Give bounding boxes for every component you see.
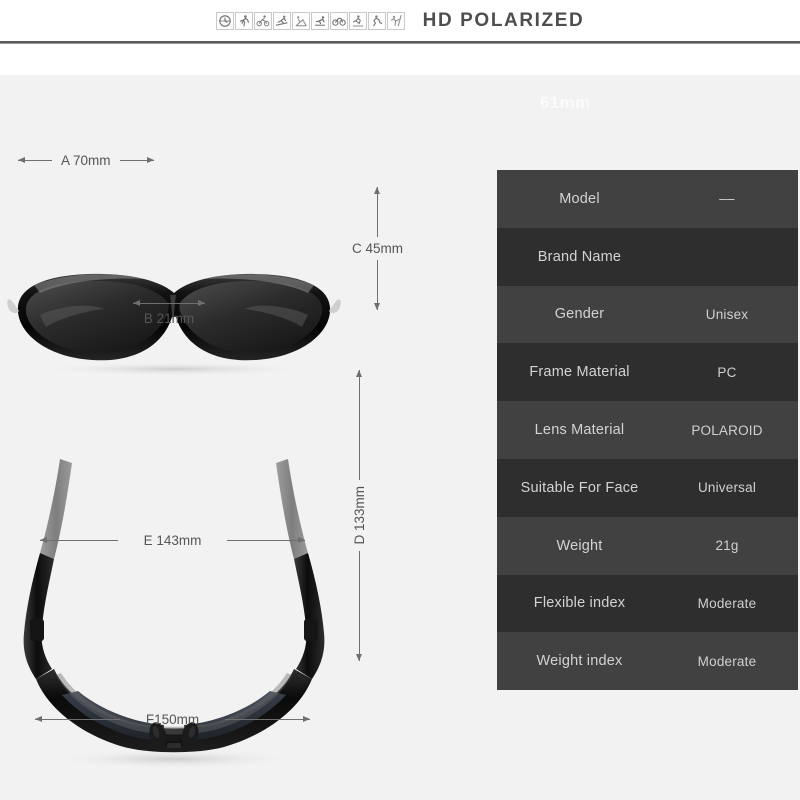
dimension-a-arrow-left (18, 157, 52, 163)
spec-label: Brand Name (537, 248, 622, 265)
dimension-a-label: A 70mm (61, 153, 111, 168)
table-row: Flexible index Moderate (497, 574, 798, 633)
spec-value: Unisex (705, 306, 749, 322)
table-row: Brand Name (497, 227, 798, 286)
table-row: Suitable For Face Universal (497, 458, 798, 517)
dimension-c: C 45mm (352, 187, 403, 310)
spec-value: Moderate (697, 653, 757, 669)
spec-value: 21g (715, 538, 739, 554)
table-row: Weight 21g (497, 516, 798, 575)
dimension-d-arrow-down (356, 550, 362, 661)
table-row: Weight index Moderate (497, 632, 798, 691)
spec-label: Lens Material (534, 422, 625, 439)
dimension-e: E 143mm (40, 533, 305, 548)
dimension-f-label: F150mm (145, 712, 200, 727)
table-row: Frame Material PC (497, 343, 798, 402)
spec-label: Suitable For Face (520, 479, 639, 496)
spec-label: Model (559, 190, 600, 207)
page-title: HD POLARIZED (422, 9, 585, 31)
dimension-e-arrow-left (40, 537, 118, 543)
page-header: HD POLARIZED (0, 0, 800, 41)
sport-icon-strip (215, 11, 405, 30)
spec-label: Weight index (536, 653, 623, 670)
fishing-icon (291, 11, 310, 30)
dimension-f: F150mm (35, 712, 310, 727)
dimension-f-arrow-right (224, 716, 310, 722)
dimension-e-label: E 143mm (143, 533, 202, 548)
dimension-e-arrow-right (227, 537, 305, 543)
dimension-b-label: B 21mm (143, 311, 195, 326)
table-row: Model –– (497, 170, 798, 228)
spec-value: –– (719, 191, 735, 207)
climbing-icon (386, 11, 405, 30)
cycling-icon (253, 11, 272, 30)
dimension-d-label: D 133mm (352, 486, 367, 545)
dimension-b: B 21mm (133, 300, 205, 326)
spec-value: Moderate (697, 595, 757, 611)
dimension-c-arrow-down (374, 260, 380, 310)
dimension-f-arrow-left (35, 716, 120, 722)
bicycle-icon (329, 11, 348, 30)
golf-icon (348, 11, 367, 30)
spec-label: Gender (554, 306, 605, 323)
table-row: Gender Unisex (497, 285, 798, 344)
dimension-a-arrow-right (119, 157, 154, 163)
skiing-icon (272, 11, 291, 30)
dimension-a: A 70mm (18, 153, 154, 168)
spec-label: Frame Material (529, 364, 630, 381)
spec-value: PC (717, 364, 737, 380)
header-white-gap (0, 44, 800, 75)
dimension-d: D 133mm (352, 370, 367, 661)
dimension-c-arrow-up (374, 187, 380, 237)
spec-value: Universal (697, 480, 757, 496)
table-row: Lens Material POLAROID (497, 401, 798, 459)
lens-width-watermark: 61mm (540, 93, 591, 112)
header-content: HD POLARIZED (215, 9, 585, 32)
dimension-b-arrow (133, 300, 205, 306)
dimension-d-arrow-up (356, 370, 362, 480)
spec-label: Flexible index (533, 595, 626, 612)
specification-table: Model –– Brand Name Gender Unisex Frame … (497, 170, 798, 691)
skating-icon (367, 11, 386, 30)
running-icon (234, 11, 253, 30)
dimension-c-label: C 45mm (352, 241, 404, 256)
spec-label: Weight (556, 537, 603, 554)
motorcycle-icon (310, 11, 329, 30)
clock-icon (215, 11, 234, 30)
spec-value: POLAROID (691, 422, 763, 438)
